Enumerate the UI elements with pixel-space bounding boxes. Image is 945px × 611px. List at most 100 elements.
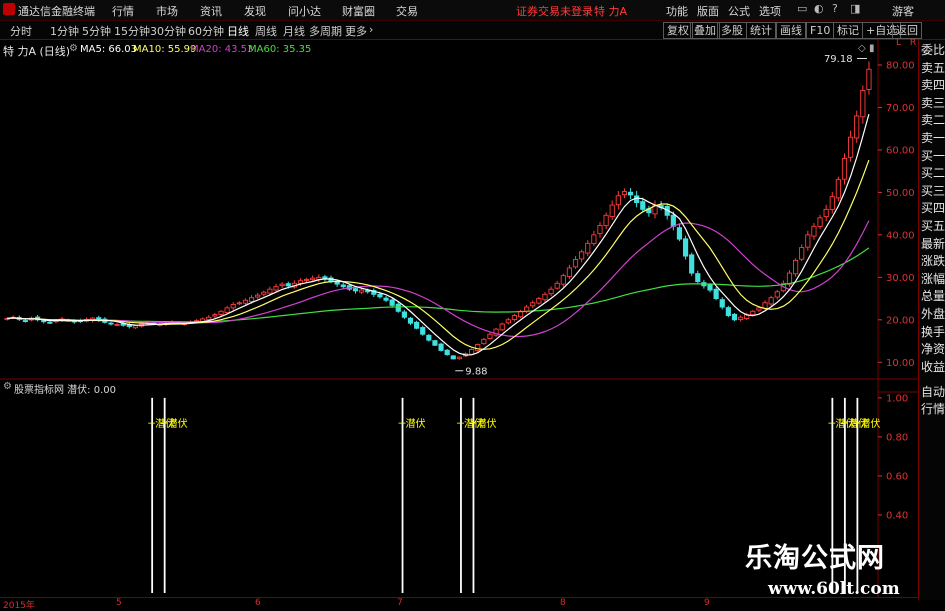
multi-stock-button[interactable]: 多股 — [717, 22, 747, 39]
chart-title: 特 力A (日线) — [3, 45, 71, 58]
tab-period-15min[interactable]: 15分钟 — [114, 23, 150, 39]
candle-body — [395, 303, 401, 312]
x-label-jun: 6 — [255, 598, 261, 608]
candle-body — [848, 136, 854, 158]
candle-body — [695, 273, 701, 283]
tab-period-30min[interactable]: 30分钟 — [150, 23, 186, 39]
tab-period-timeshare[interactable]: 分时 — [10, 23, 32, 39]
candle-body — [22, 320, 28, 322]
tab-period-60min[interactable]: 60分钟 — [188, 23, 224, 39]
candle-body — [438, 343, 444, 351]
menu-item-news[interactable]: 资讯 — [200, 3, 222, 19]
side-item-3[interactable]: 卖三 — [920, 95, 945, 112]
side-item-12[interactable]: 涨跌 — [920, 253, 945, 270]
indicator-tick-label: 0.60 — [886, 471, 908, 482]
user-label[interactable]: 游客 — [892, 3, 914, 19]
side-item-4[interactable]: 卖二 — [920, 112, 945, 129]
restore-rights-button[interactable]: 复权 — [663, 22, 693, 39]
menu-item-formula[interactable]: 公式 — [728, 3, 750, 19]
panel-toggle-icon[interactable]: ▮ — [869, 43, 875, 54]
candle-body — [303, 278, 310, 281]
candle-body — [242, 299, 249, 304]
menu-item-quotes[interactable]: 行情 — [112, 3, 134, 19]
candle-body — [866, 68, 872, 90]
back-button[interactable]: 返回 — [892, 22, 922, 39]
side-item-8[interactable]: 买三 — [920, 183, 945, 200]
side-item-1[interactable]: 卖五 — [920, 60, 945, 77]
x-label-aug: 8 — [560, 598, 566, 608]
f10-button[interactable]: F10 — [806, 22, 835, 39]
side-item-2[interactable]: 卖四 — [920, 77, 945, 94]
candle-body — [377, 293, 383, 298]
side-item-13[interactable]: 涨幅 — [920, 271, 945, 288]
indicator-title: 股票指标网 潜伏: 0.00 — [14, 385, 116, 396]
auto-quote-item-1[interactable]: 行情 — [920, 401, 945, 418]
mark-button[interactable]: 标记 — [833, 22, 863, 39]
candle-body — [566, 267, 573, 277]
indicator-settings-icon[interactable]: ⚙ — [3, 381, 12, 392]
signal-labels: 潜伏潜伏 潜伏 潜伏潜伏 潜伏潜伏潜伏 — [148, 417, 880, 430]
kline-chart-area[interactable]: 10.00 20.00 30.00 40.00 50.00 60.00 70.00 80.00… — [0, 40, 918, 597]
draw-line-button[interactable]: 画线 — [776, 22, 806, 39]
quote-side-panel: 委比 卖五 卖四 卖三 卖二 卖一 买一 买二 买三 买四 买五 最新 涨跌 涨幅 总量 外盘 换手 净资 收益自动… — [918, 40, 945, 600]
side-item-7[interactable]: 买二 — [920, 165, 945, 182]
menu-item-layout[interactable]: 版面 — [697, 3, 719, 19]
candle-body — [542, 293, 548, 301]
signal-label: 潜伏 — [860, 417, 880, 430]
theme-icon[interactable]: ▭ — [797, 2, 807, 15]
y-tick-label: 40.00 — [886, 230, 915, 241]
side-item-5[interactable]: 卖一 — [920, 130, 945, 147]
overlay-button[interactable]: 叠加 — [690, 22, 720, 39]
diamond-icon[interactable]: ◇ — [858, 43, 866, 54]
statistics-button[interactable]: 统计 — [746, 22, 776, 39]
auto-quote-item-0[interactable]: 自动 — [920, 384, 945, 401]
candle-body — [310, 277, 316, 281]
side-item-16[interactable]: 换手 — [920, 324, 945, 341]
side-item-11[interactable]: 最新 — [920, 236, 945, 253]
candle-body — [603, 214, 609, 227]
menu-item-market[interactable]: 市场 — [156, 3, 178, 19]
settings-icon[interactable]: ⚙ — [69, 43, 78, 54]
side-item-17[interactable]: 净资 — [920, 341, 945, 358]
indicator-axis-ticks: 0.40 0.60 0.80 1.00 — [878, 393, 908, 521]
candle-body — [774, 291, 780, 298]
menu-item-ask[interactable]: 问小达 — [288, 3, 321, 19]
help-icon[interactable]: ? — [832, 2, 838, 15]
side-item-6[interactable]: 买一 — [920, 148, 945, 165]
menu-item-trade[interactable]: 交易 — [396, 3, 418, 19]
tab-period-1min[interactable]: 1分钟 — [50, 23, 79, 39]
tab-period-more[interactable]: 更多 — [345, 23, 367, 39]
indicator-tick-label: 1.00 — [886, 393, 908, 404]
menu-item-options[interactable]: 选项 — [759, 3, 781, 19]
tab-period-daily[interactable]: 日线 — [227, 23, 249, 39]
side-item-9[interactable]: 买四 — [920, 200, 945, 217]
candle-body — [487, 333, 493, 339]
tab-period-5min[interactable]: 5分钟 — [82, 23, 111, 39]
side-item-10[interactable]: 买五 — [920, 218, 945, 235]
side-item-15[interactable]: 外盘 — [920, 306, 945, 323]
candle-body — [340, 284, 346, 288]
candle-body — [297, 280, 304, 284]
candle-body — [805, 234, 811, 248]
menu-item-wealth-circle[interactable]: 财富圈 — [342, 3, 375, 19]
candle-body — [621, 191, 628, 196]
tab-period-multi[interactable]: 多周期 — [309, 23, 342, 39]
candle-body — [389, 299, 395, 306]
chevron-right-icon[interactable]: › — [369, 23, 373, 36]
menu-item-discover[interactable]: 发现 — [244, 3, 266, 19]
skin-icon[interactable]: ◐ — [814, 2, 824, 15]
side-item-14[interactable]: 总量 — [920, 288, 945, 305]
menu-item-function[interactable]: 功能 — [666, 3, 688, 19]
side-item-0[interactable]: 委比 — [920, 42, 945, 59]
tab-period-monthly[interactable]: 月线 — [283, 23, 305, 39]
tab-period-weekly[interactable]: 周线 — [255, 23, 277, 39]
candle-body — [420, 327, 426, 335]
message-icon[interactable]: ◨ — [850, 2, 860, 15]
candle-body — [835, 179, 841, 199]
y-tick-label: 30.00 — [886, 273, 915, 284]
login-status[interactable]: 证券交易未登录 — [516, 3, 593, 19]
candle-body — [768, 297, 774, 305]
candle-body — [713, 288, 719, 300]
candle-body — [426, 334, 432, 341]
side-item-18[interactable]: 收益 — [920, 359, 945, 376]
